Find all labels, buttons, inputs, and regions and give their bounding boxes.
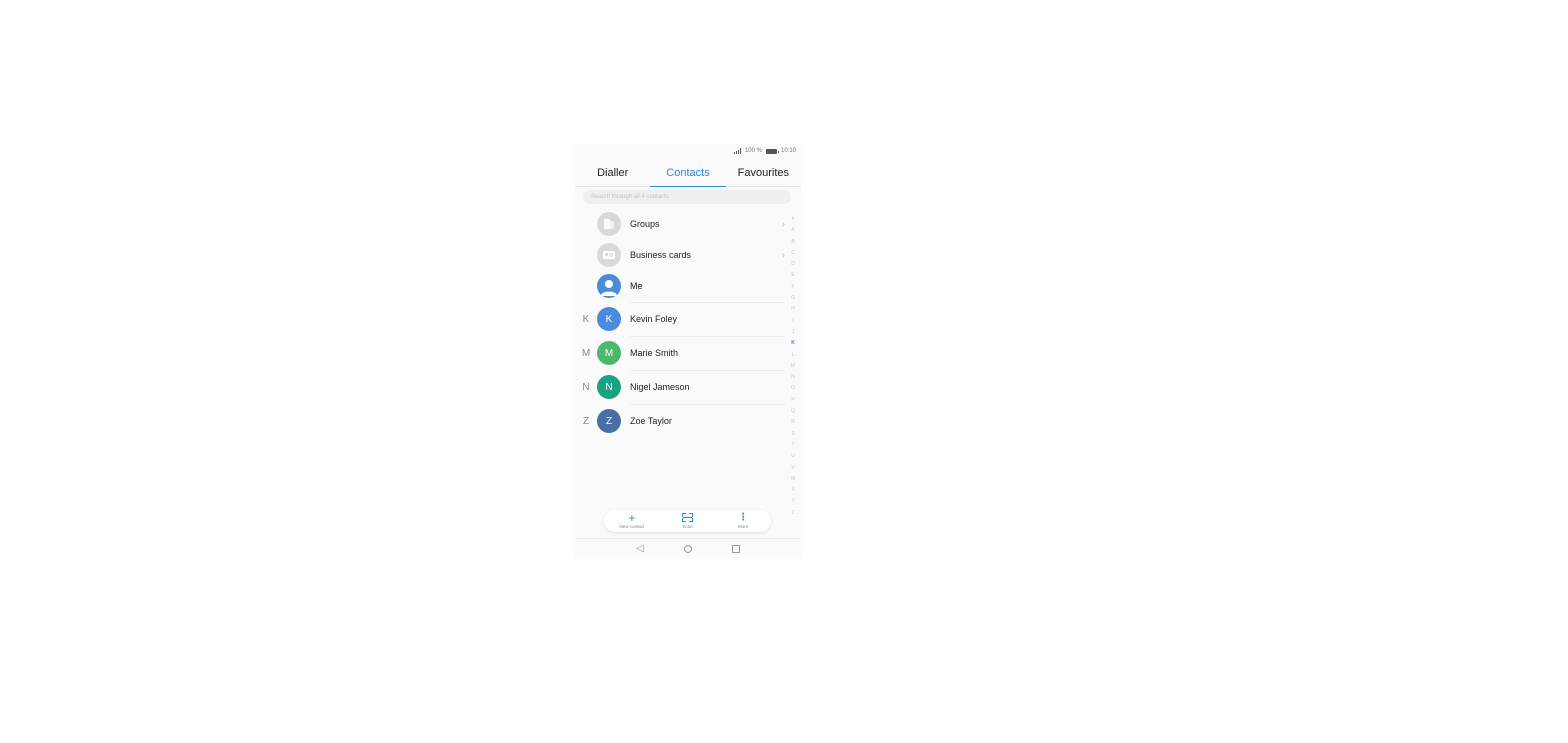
clock: 10:10	[780, 148, 796, 154]
business-card-icon	[597, 243, 621, 267]
alphabet-index-letter[interactable]: U	[791, 451, 795, 462]
person-icon	[597, 274, 621, 298]
more-vertical-icon: ⋮	[738, 512, 749, 523]
avatar: M	[597, 341, 621, 365]
system-nav-bar: ◁	[575, 538, 801, 558]
alphabet-index-letter[interactable]: L	[792, 350, 795, 361]
divider	[630, 336, 785, 337]
section-letter: M	[581, 347, 591, 359]
contact-name: Nigel Jameson	[630, 382, 690, 392]
alphabet-index-letter[interactable]: H	[791, 304, 795, 315]
back-icon[interactable]: ◁	[636, 544, 644, 554]
avatar: Z	[597, 409, 621, 433]
alphabet-index-letter[interactable]: #	[792, 214, 795, 225]
divider	[630, 370, 785, 371]
groups-label: Groups	[630, 219, 660, 229]
groups-icon	[597, 212, 621, 236]
alphabet-index-letter[interactable]: C	[791, 248, 795, 259]
alphabet-index-letter[interactable]: Q	[791, 406, 795, 417]
alphabet-index-letter[interactable]: A	[791, 225, 794, 236]
alphabet-index-letter[interactable]: I	[792, 316, 793, 327]
scan-button[interactable]: Scan	[667, 512, 707, 530]
bottom-action-bar: + New contact Scan ⋮ More	[604, 510, 771, 532]
alphabet-index-letter[interactable]: T	[791, 440, 794, 451]
tab-favourites[interactable]: Favourites	[726, 162, 801, 186]
me-label: Me	[630, 281, 643, 291]
scan-icon	[681, 513, 693, 522]
alphabet-index-letter[interactable]: N	[791, 372, 795, 383]
contact-name: Marie Smith	[630, 348, 679, 358]
alphabet-index-letter[interactable]: R	[791, 417, 795, 428]
new-contact-button[interactable]: + New contact	[612, 512, 652, 530]
contact-row-zoe-taylor[interactable]: Z Z Zoe Taylor	[575, 407, 789, 435]
tab-bar: Dialler Contacts Favourites	[575, 162, 801, 187]
section-letter: Z	[582, 415, 590, 427]
alphabet-index-letter[interactable]: K	[791, 338, 795, 349]
battery-percent: 100 %	[744, 148, 762, 154]
divider	[630, 302, 785, 303]
alphabet-index-letter[interactable]: J	[792, 327, 795, 338]
alphabet-index-letter[interactable]: Y	[791, 496, 794, 507]
alphabet-index-letter[interactable]: D	[791, 259, 795, 270]
contacts-app-screen: 100 % 10:10 Dialler Contacts Favourites …	[575, 144, 801, 558]
alphabet-index-letter[interactable]: F	[791, 282, 794, 293]
avatar: N	[597, 375, 621, 399]
alphabet-index-letter[interactable]: W	[791, 474, 796, 485]
chevron-right-icon: ›	[781, 218, 785, 230]
groups-row[interactable]: Groups ›	[575, 210, 789, 238]
contact-name: Zoe Taylor	[630, 416, 672, 426]
alphabet-index-letter[interactable]: B	[791, 237, 794, 248]
alphabet-index-letter[interactable]: M	[791, 361, 795, 372]
contact-name: Kevin Foley	[630, 314, 678, 324]
status-bar: 100 % 10:10	[575, 144, 801, 158]
battery-icon	[765, 148, 779, 154]
alphabet-index[interactable]: # A B C D E F G H I J K L M N O P Q R S T U V W X Y Z	[789, 214, 797, 519]
more-button[interactable]: ⋮ More	[723, 512, 763, 530]
contact-row-kevin-foley[interactable]: K K Kevin Foley	[575, 305, 789, 333]
search-input[interactable]: Search through all 4 contacts	[583, 190, 791, 204]
alphabet-index-letter[interactable]: S	[791, 429, 794, 440]
divider	[630, 404, 785, 405]
signal-icon	[733, 148, 741, 154]
business-cards-label: Business cards	[630, 250, 692, 260]
alphabet-index-letter[interactable]: P	[791, 395, 794, 406]
home-icon[interactable]	[683, 545, 692, 553]
contact-row-nigel-jameson[interactable]: N N Nigel Jameson	[575, 373, 789, 401]
alphabet-index-letter[interactable]: X	[791, 485, 794, 496]
alphabet-index-letter[interactable]: G	[791, 293, 795, 304]
me-row[interactable]: Me	[575, 272, 789, 300]
plus-icon: +	[628, 511, 636, 525]
section-letter: K	[582, 313, 590, 325]
section-letter: N	[582, 381, 590, 393]
tab-dialler[interactable]: Dialler	[575, 162, 650, 186]
recents-icon[interactable]	[731, 545, 740, 553]
business-cards-row[interactable]: Business cards ›	[575, 241, 789, 269]
alphabet-index-letter[interactable]: E	[791, 270, 794, 281]
avatar: K	[597, 307, 621, 331]
tab-contacts[interactable]: Contacts	[650, 162, 726, 187]
contact-row-marie-smith[interactable]: M M Marie Smith	[575, 339, 789, 367]
chevron-right-icon: ›	[781, 249, 785, 261]
alphabet-index-letter[interactable]: Z	[791, 508, 794, 519]
alphabet-index-letter[interactable]: V	[791, 463, 794, 474]
alphabet-index-letter[interactable]: O	[791, 383, 795, 394]
